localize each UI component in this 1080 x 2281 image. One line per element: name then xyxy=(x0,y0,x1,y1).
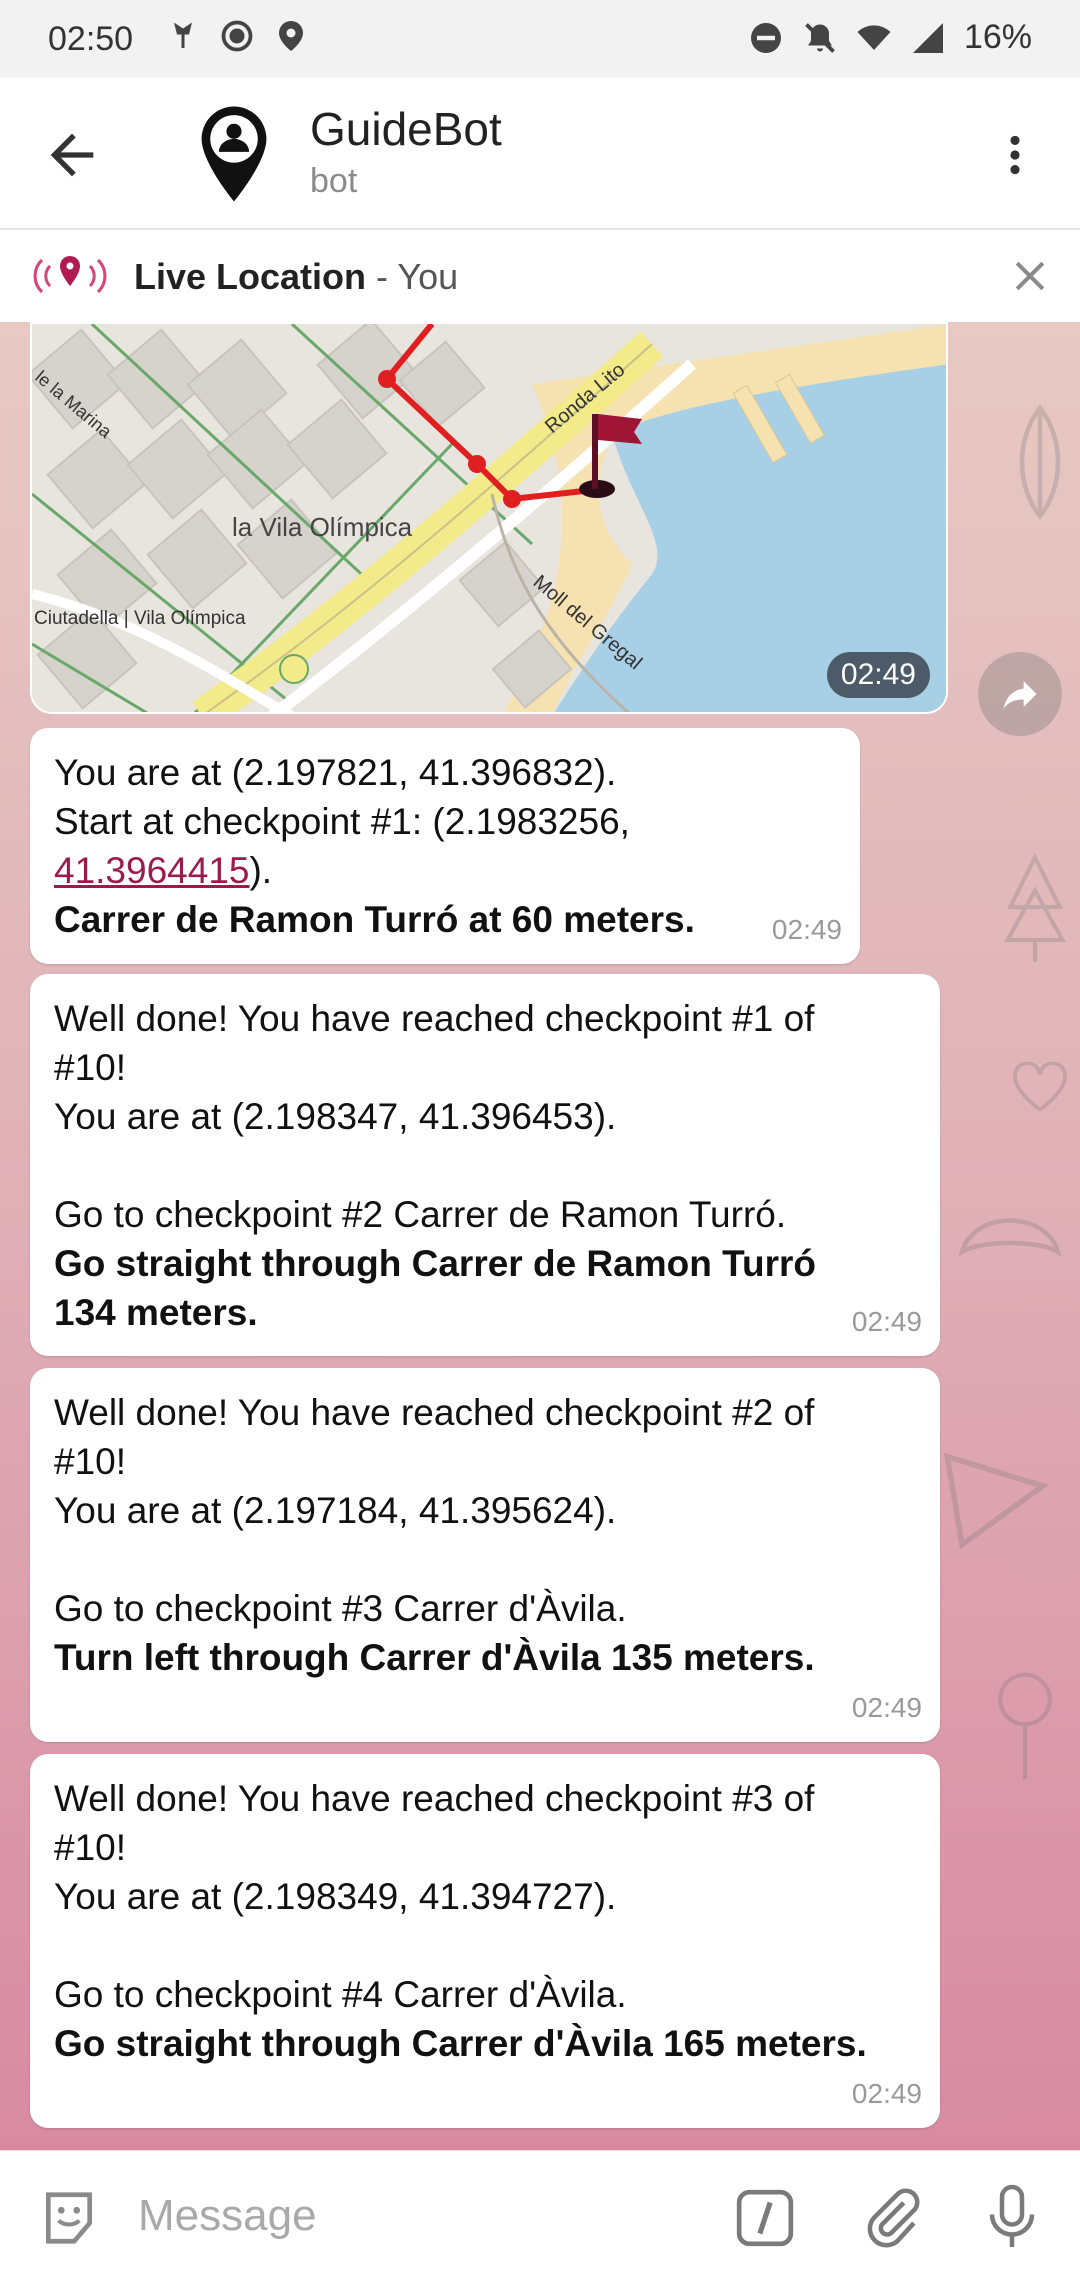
location-icon xyxy=(279,21,303,51)
message-line xyxy=(54,1535,916,1584)
message-line: You are at (2.197184, 41.395624). xyxy=(54,1490,617,1531)
map-label-vila-olimpica: la Vila Olímpica xyxy=(232,512,413,542)
message-bubble[interactable]: Well done! You have reached checkpoint #… xyxy=(30,1368,940,1742)
message-line: You are at (2.197821, 41.396832). xyxy=(54,752,617,793)
battery-percent: 16% xyxy=(963,18,1032,56)
message-line: Go to checkpoint #3 Carrer d'Àvila. xyxy=(54,1588,627,1629)
share-arrow-icon xyxy=(1003,681,1037,709)
message-line: Well done! You have reached checkpoint #… xyxy=(54,1392,815,1433)
message-line: #10! xyxy=(54,1047,127,1088)
live-location-map[interactable]: la Vila Olímpica Ciutadella | Vila Olímp… xyxy=(32,324,948,714)
message-line: You are at (2.198349, 41.394727). xyxy=(54,1876,617,1917)
chat-header: GuideBot bot xyxy=(0,78,1080,230)
close-icon[interactable] xyxy=(1008,254,1052,298)
tree-doodle-icon xyxy=(1003,852,1067,962)
chat-title[interactable]: GuideBot xyxy=(310,102,502,156)
message-line: #10! xyxy=(54,1441,127,1482)
message-line: Go straight through Carrer d'Àvila 165 m… xyxy=(54,2023,867,2064)
message-line: Well done! You have reached checkpoint #… xyxy=(54,998,815,1039)
lollipop-doodle-icon xyxy=(998,1672,1052,1780)
message-time: 02:49 xyxy=(851,1306,922,1337)
message-time: 02:49 xyxy=(851,2078,922,2109)
message-line: Well done! You have reached checkpoint #… xyxy=(54,1778,815,1819)
pizza-doodle-icon xyxy=(943,1452,1049,1550)
coordinate-link[interactable]: 41.3964415 xyxy=(54,850,249,891)
message-line: 134 meters. xyxy=(54,1292,258,1333)
heart-doodle-icon xyxy=(1013,1062,1067,1112)
message-line: Carrer de Ramon Turró at 60 meters. xyxy=(54,899,695,940)
back-arrow-icon[interactable] xyxy=(40,123,104,187)
message-input[interactable]: Message xyxy=(138,2191,317,2241)
message-input-bar: Message xyxy=(0,2150,1080,2281)
message-line xyxy=(54,1141,916,1190)
share-button[interactable] xyxy=(978,652,1062,736)
status-time: 02:50 xyxy=(48,20,134,58)
chat-subtitle: bot xyxy=(310,162,358,200)
bot-avatar[interactable] xyxy=(180,100,288,208)
more-vert-icon[interactable] xyxy=(990,123,1040,187)
emoji-sticker-icon[interactable] xyxy=(38,2187,100,2249)
message-line: Go to checkpoint #2 Carrer de Ramon Turr… xyxy=(54,1194,787,1235)
message-line: Go to checkpoint #4 Carrer d'Àvila. xyxy=(54,1974,627,2015)
location-map-bubble[interactable]: la Vila Olímpica Ciutadella | Vila Olímp… xyxy=(30,322,948,714)
message-line: Start at checkpoint #1: (2.1983256, xyxy=(54,801,630,842)
map-label-ciutadella: Ciutadella | Vila Olímpica xyxy=(34,608,246,629)
message-line: Turn left through Carrer d'Àvila 135 met… xyxy=(54,1637,815,1678)
microphone-icon[interactable] xyxy=(982,2181,1042,2253)
leaf-doodle-icon xyxy=(1019,404,1061,520)
vpn-key-icon xyxy=(174,22,192,48)
message-line: You are at (2.198347, 41.396453). xyxy=(54,1096,617,1137)
live-location-bar[interactable]: Live Location - You xyxy=(0,230,1080,323)
signal-icon xyxy=(912,22,943,53)
live-location-icon xyxy=(33,256,107,294)
croissant-doodle-icon xyxy=(958,1218,1062,1258)
dnd-icon xyxy=(750,22,781,53)
message-line xyxy=(54,1921,916,1970)
record-icon xyxy=(221,20,253,52)
message-line: 41.3964415). xyxy=(54,850,273,891)
message-time: 02:49 xyxy=(851,1692,922,1723)
message-time: 02:49 xyxy=(771,914,842,945)
status-bar: 02:50 16% xyxy=(0,0,1080,78)
message-bubble[interactable]: Well done! You have reached checkpoint #… xyxy=(30,1754,940,2128)
message-bubble[interactable]: Well done! You have reached checkpoint #… xyxy=(30,974,940,1356)
bell-off-icon xyxy=(805,22,835,53)
bot-command-icon[interactable] xyxy=(734,2187,796,2249)
message-bubble[interactable]: You are at (2.197821, 41.396832). Start … xyxy=(30,728,860,964)
message-line: #10! xyxy=(54,1827,127,1868)
attach-paperclip-icon[interactable] xyxy=(860,2185,922,2251)
wifi-icon xyxy=(857,24,891,50)
map-timestamp: 02:49 xyxy=(826,652,930,698)
live-location-label: Live Location - You xyxy=(134,256,459,297)
chat-area[interactable]: la Vila Olímpica Ciutadella | Vila Olímp… xyxy=(0,322,1080,2150)
message-line: Go straight through Carrer de Ramon Turr… xyxy=(54,1243,816,1284)
